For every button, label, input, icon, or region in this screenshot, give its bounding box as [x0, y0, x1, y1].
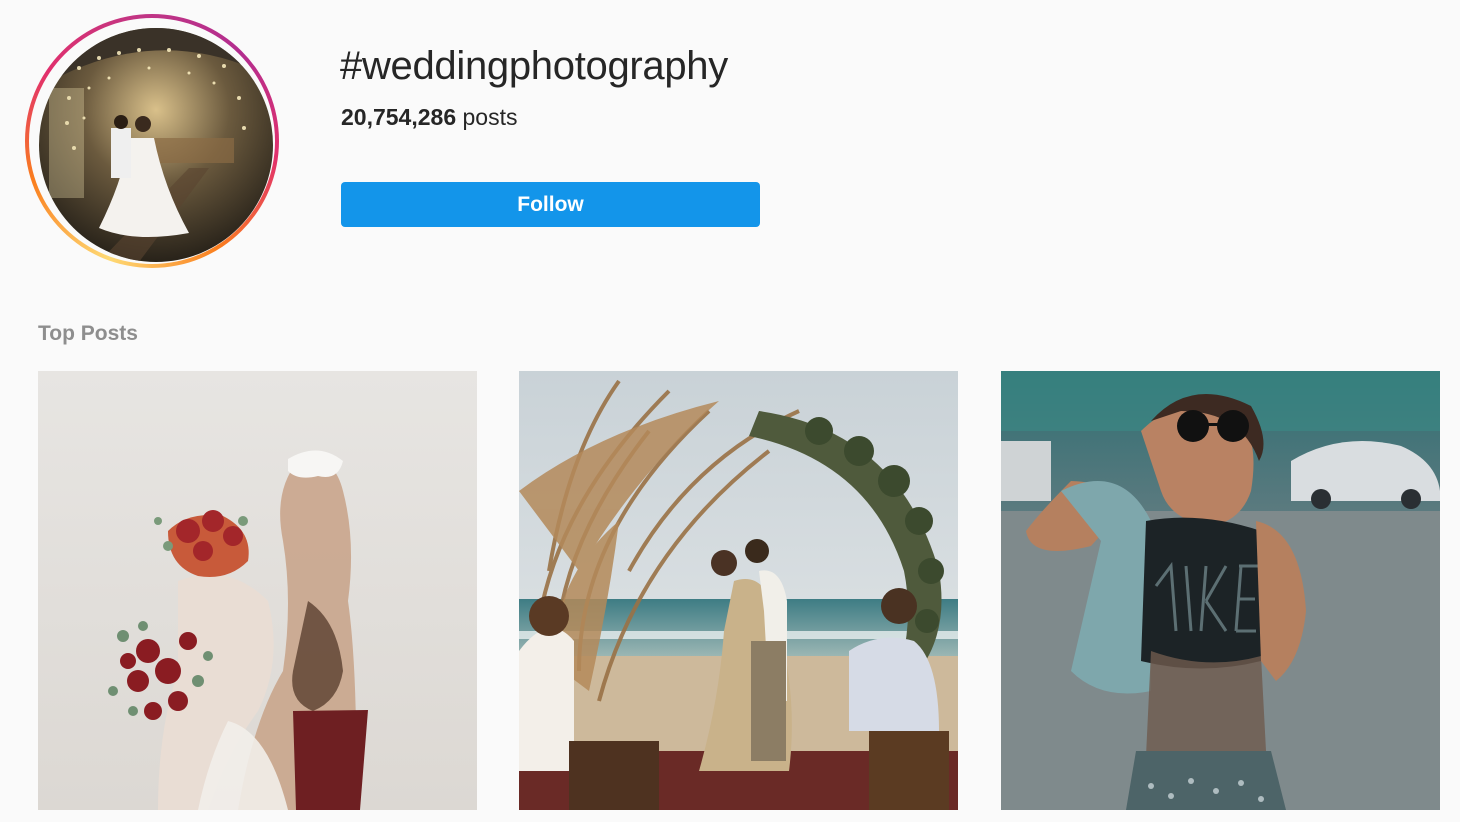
top-post-1[interactable]: [38, 371, 477, 810]
hashtag-header: #weddingphotography 20,754,286 posts Fol…: [0, 0, 1460, 290]
avatar-image: [39, 28, 273, 262]
post-count-number: 20,754,286: [341, 104, 457, 130]
post-image-beach-ceremony: [519, 371, 958, 810]
hashtag-avatar[interactable]: [39, 28, 273, 262]
top-posts-heading: Top Posts: [38, 322, 138, 345]
post-count-label: posts: [462, 104, 518, 130]
post-image-street-fashion: [1001, 371, 1440, 810]
top-post-3[interactable]: [1001, 371, 1440, 810]
follow-button[interactable]: Follow: [341, 182, 760, 227]
top-post-2[interactable]: [519, 371, 958, 810]
story-ring[interactable]: [25, 14, 279, 268]
avatar-frame: [29, 18, 275, 264]
post-image-double-exposure: [38, 371, 477, 810]
post-count: 20,754,286 posts: [341, 104, 518, 131]
hashtag-title: #weddingphotography: [340, 44, 728, 88]
